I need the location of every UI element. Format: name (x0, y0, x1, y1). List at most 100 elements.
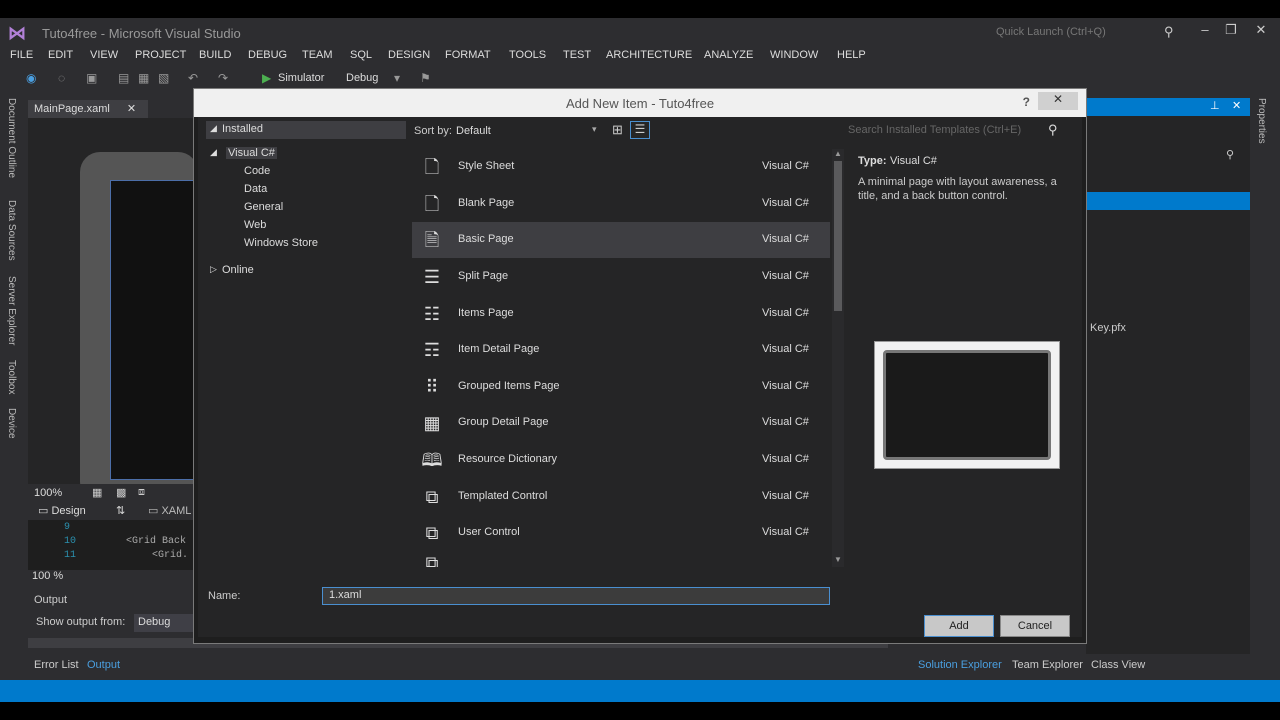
search-icon[interactable]: ⚲ (1048, 122, 1058, 138)
menu-design[interactable]: DESIGN (388, 49, 430, 61)
attach-icon[interactable]: ⚑ (420, 71, 431, 85)
swap-icon[interactable]: ⇅ (116, 504, 125, 517)
undo-icon[interactable]: ↶ (188, 71, 198, 85)
medium-icons-view-icon[interactable]: ⊞ (612, 122, 623, 138)
menu-window[interactable]: WINDOW (770, 49, 818, 61)
design-tab[interactable]: ▭ Design (38, 504, 86, 517)
tree-item-web[interactable]: Web (244, 219, 266, 231)
new-project-icon[interactable]: ▣ (86, 71, 97, 85)
menu-architecture[interactable]: ARCHITECTURE (606, 49, 692, 61)
menu-build[interactable]: BUILD (199, 49, 231, 61)
config-dropdown[interactable]: Debug (346, 72, 378, 84)
list-item[interactable]: 🕮 Resource Dictionary Visual C# (412, 442, 830, 478)
forward-icon[interactable]: ◌ (58, 71, 65, 85)
device-screen[interactable] (110, 180, 198, 480)
help-icon[interactable]: ? (1023, 95, 1030, 109)
run-target[interactable]: Simulator (278, 72, 324, 84)
list-view-icon[interactable]: ☰ (630, 121, 650, 139)
search-templates-input[interactable]: Search Installed Templates (Ctrl+E) (848, 124, 1021, 136)
tab-toolbox[interactable]: Toolbox (6, 360, 17, 394)
run-icon[interactable]: ▶ (262, 71, 271, 85)
list-item[interactable]: ⧉ User Control Visual C# (412, 515, 830, 551)
tree-item-windows-store[interactable]: Windows Store (244, 237, 318, 249)
list-item[interactable]: 🗋 Style Sheet Visual C# (412, 149, 830, 185)
list-item[interactable]: ☶ Item Detail Page Visual C# (412, 332, 830, 368)
grid-icon[interactable]: ▦ (92, 486, 102, 499)
redo-icon[interactable]: ↷ (218, 71, 228, 85)
menu-analyze[interactable]: ANALYZE (704, 49, 753, 61)
sort-select[interactable]: Default (454, 123, 600, 139)
add-button[interactable]: Add (924, 615, 994, 637)
tab-error-list[interactable]: Error List (34, 659, 79, 671)
tree-item-code[interactable]: Code (244, 165, 270, 177)
menu-format[interactable]: FORMAT (445, 49, 491, 61)
open-icon[interactable]: ▤ (118, 71, 129, 85)
menu-debug[interactable]: DEBUG (248, 49, 287, 61)
quick-launch-input[interactable]: Quick Launch (Ctrl+Q) (990, 24, 1160, 42)
tab-properties[interactable]: Properties (1256, 98, 1267, 144)
menu-help[interactable]: HELP (837, 49, 866, 61)
save-all-icon[interactable]: ▧ (158, 71, 169, 85)
list-item[interactable]: ▦ Group Detail Page Visual C# (412, 405, 830, 441)
back-icon[interactable]: ◉ (26, 71, 36, 85)
close-icon[interactable]: ✕ (1038, 92, 1078, 110)
scrollbar-thumb[interactable] (834, 161, 842, 311)
collapse-arrow-icon[interactable]: ▷ (210, 264, 217, 275)
menu-project[interactable]: PROJECT (135, 49, 186, 61)
list-item[interactable]: 🗎 Basic Page Visual C# (412, 222, 830, 258)
expand-arrow-icon[interactable]: ◢ (210, 123, 217, 134)
tab-server-explorer[interactable]: Server Explorer (6, 276, 17, 345)
code-zoom-level[interactable]: 100 % (32, 570, 63, 582)
cancel-button[interactable]: Cancel (1000, 615, 1070, 637)
list-item[interactable]: ⠿ Grouped Items Page Visual C# (412, 369, 830, 405)
document-tab[interactable]: MainPage.xaml ✕ (28, 100, 148, 118)
chevron-down-icon[interactable]: ▾ (394, 71, 400, 85)
search-icon[interactable]: ⚲ (1226, 148, 1234, 161)
save-icon[interactable]: ▦ (138, 71, 149, 85)
tab-data-sources[interactable]: Data Sources (6, 200, 17, 261)
code-editor[interactable]: 9 10 <Grid Back 11 <Grid. (28, 520, 198, 570)
menu-file[interactable]: FILE (10, 49, 33, 61)
list-item[interactable]: ⧉ (412, 551, 830, 567)
tab-device[interactable]: Device (6, 408, 17, 439)
expand-arrow-icon[interactable]: ◢ (210, 147, 217, 158)
tab-document-outline[interactable]: Document Outline (6, 98, 17, 178)
restore-icon[interactable]: ❐ (1218, 22, 1244, 38)
xaml-tab[interactable]: ▭ XAML (148, 504, 191, 517)
tree-item-data[interactable]: Data (244, 183, 267, 195)
menu-edit[interactable]: EDIT (48, 49, 73, 61)
solution-file[interactable]: Key.pfx (1090, 322, 1126, 334)
tree-row-installed[interactable]: ◢ Installed (206, 121, 406, 139)
show-output-select[interactable]: Debug (134, 614, 196, 632)
menu-tools[interactable]: TOOLS (509, 49, 546, 61)
menu-team[interactable]: TEAM (302, 49, 333, 61)
name-field[interactable]: 1.xaml (322, 587, 830, 605)
close-icon[interactable]: ✕ (1232, 99, 1241, 112)
pin-icon[interactable]: ⊥ (1210, 99, 1220, 112)
tab-output[interactable]: Output (87, 659, 120, 671)
menu-view[interactable]: VIEW (90, 49, 118, 61)
zoom-level[interactable]: 100% (34, 487, 62, 499)
tree-item-visual-csharp[interactable]: Visual C# (226, 147, 277, 159)
tab-class-view[interactable]: Class View (1091, 659, 1145, 671)
list-item[interactable]: ☰ Split Page Visual C# (412, 259, 830, 295)
search-icon[interactable]: ⚲ (1164, 24, 1174, 40)
minimize-icon[interactable]: – (1192, 22, 1218, 37)
tree-item-general[interactable]: General (244, 201, 283, 213)
tab-solution-explorer[interactable]: Solution Explorer (918, 659, 1002, 671)
list-item[interactable]: 🗋 Blank Page Visual C# (412, 186, 830, 222)
artboard-icon[interactable]: ⧈ (138, 486, 145, 499)
tab-team-explorer[interactable]: Team Explorer (1012, 659, 1083, 671)
list-item[interactable]: ☷ Items Page Visual C# (412, 296, 830, 332)
menu-sql[interactable]: SQL (350, 49, 372, 61)
close-icon[interactable]: ✕ (1248, 22, 1274, 38)
selected-tree-row[interactable] (1086, 192, 1250, 210)
close-icon[interactable]: ✕ (127, 103, 136, 115)
snap-icon[interactable]: ▩ (116, 486, 126, 499)
scroll-down-icon[interactable]: ▼ (834, 555, 842, 564)
chevron-down-icon[interactable]: ▾ (592, 124, 597, 135)
scroll-up-icon[interactable]: ▲ (834, 149, 842, 158)
menu-test[interactable]: TEST (563, 49, 591, 61)
tree-item-online[interactable]: Online (222, 264, 254, 276)
list-item[interactable]: ⧉ Templated Control Visual C# (412, 479, 830, 515)
